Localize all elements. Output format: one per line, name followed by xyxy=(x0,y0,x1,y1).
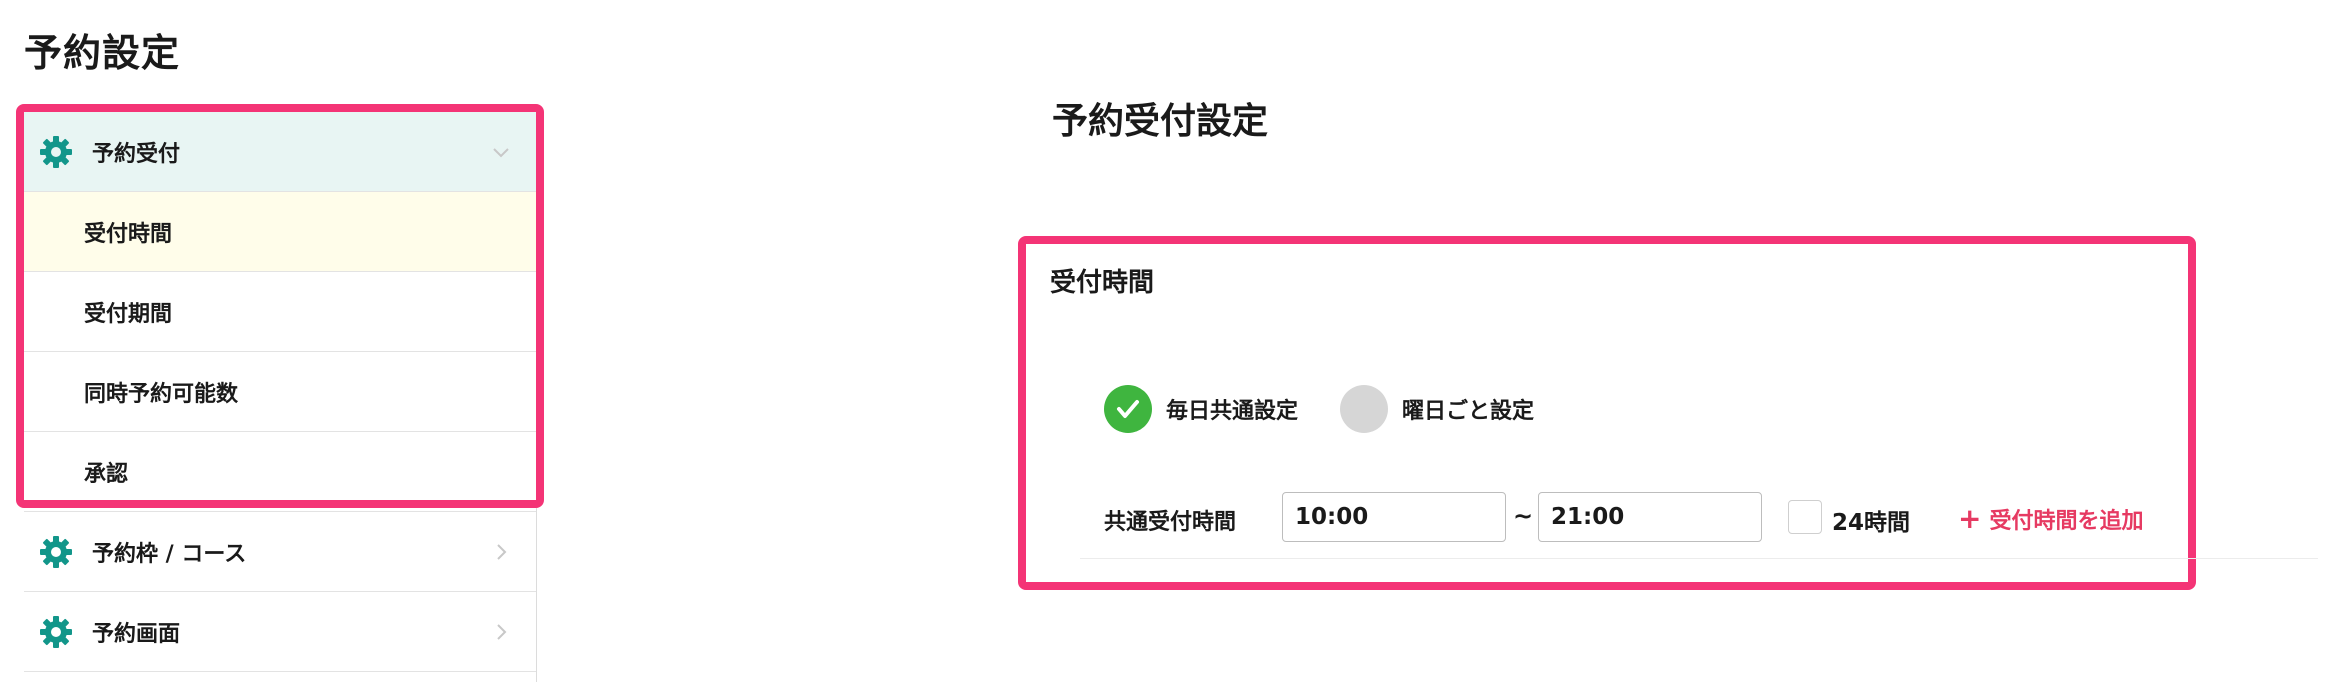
section-title: 予約受付設定 xyxy=(1052,101,1269,142)
sidebar-item-label: 予約受付 xyxy=(92,141,181,167)
radio-daily-common[interactable]: 毎日共通設定 xyxy=(1104,385,1298,433)
plus-icon: + xyxy=(1958,502,1982,535)
start-time-input[interactable] xyxy=(1282,492,1506,542)
radio-per-weekday[interactable]: 曜日ごと設定 xyxy=(1340,385,1534,433)
gear-icon xyxy=(36,612,76,652)
sidebar-subitem-acceptance-time[interactable]: 受付時間 xyxy=(24,192,536,272)
sidebar-subitem-approval[interactable]: 承認 xyxy=(24,432,536,512)
sidebar-item-booking-screen[interactable]: 予約画面 xyxy=(24,592,536,672)
time-separator: ~ xyxy=(1513,502,1534,530)
sidebar-subitem-acceptance-period[interactable]: 受付期間 xyxy=(24,272,536,352)
chevron-right-icon xyxy=(490,541,512,563)
sidebar-subitem-concurrent-bookings[interactable]: 同時予約可能数 xyxy=(24,352,536,432)
sidebar-item-label: 同時予約可能数 xyxy=(84,381,239,407)
gear-icon xyxy=(36,132,76,172)
sidebar-item-label: 予約枠 / コース xyxy=(92,541,247,567)
checkmark-icon xyxy=(1104,385,1152,433)
sidebar: 予約受付 受付時間 受付期間 同時予約可能数 承認 予約枠 / コース 予約画面 xyxy=(24,112,537,682)
chevron-right-icon xyxy=(490,621,512,643)
all-day-label: 24時間 xyxy=(1832,510,1911,536)
sidebar-item-label: 予約画面 xyxy=(92,621,181,647)
row-divider xyxy=(1080,558,2318,559)
gear-icon xyxy=(36,532,76,572)
page-title: 予約設定 xyxy=(24,31,181,75)
sidebar-item-slots-courses[interactable]: 予約枠 / コース xyxy=(24,512,536,592)
common-time-label: 共通受付時間 xyxy=(1104,510,1237,535)
sidebar-item-reservation-acceptance[interactable]: 予約受付 xyxy=(24,112,536,192)
sidebar-item-label: 受付期間 xyxy=(84,301,173,327)
radio-label: 曜日ごと設定 xyxy=(1402,399,1535,424)
add-time-label: 受付時間を追加 xyxy=(1989,509,2144,534)
radio-label: 毎日共通設定 xyxy=(1166,399,1299,424)
radio-unchecked-icon xyxy=(1340,385,1388,433)
sidebar-item-label: 受付時間 xyxy=(84,221,173,247)
end-time-input[interactable] xyxy=(1538,492,1762,542)
add-time-button[interactable]: + 受付時間を追加 xyxy=(1958,503,2143,535)
chevron-down-icon xyxy=(490,141,512,163)
card-title: 受付時間 xyxy=(1050,268,1155,298)
sidebar-item-label: 承認 xyxy=(84,461,129,487)
all-day-checkbox[interactable] xyxy=(1788,500,1822,534)
